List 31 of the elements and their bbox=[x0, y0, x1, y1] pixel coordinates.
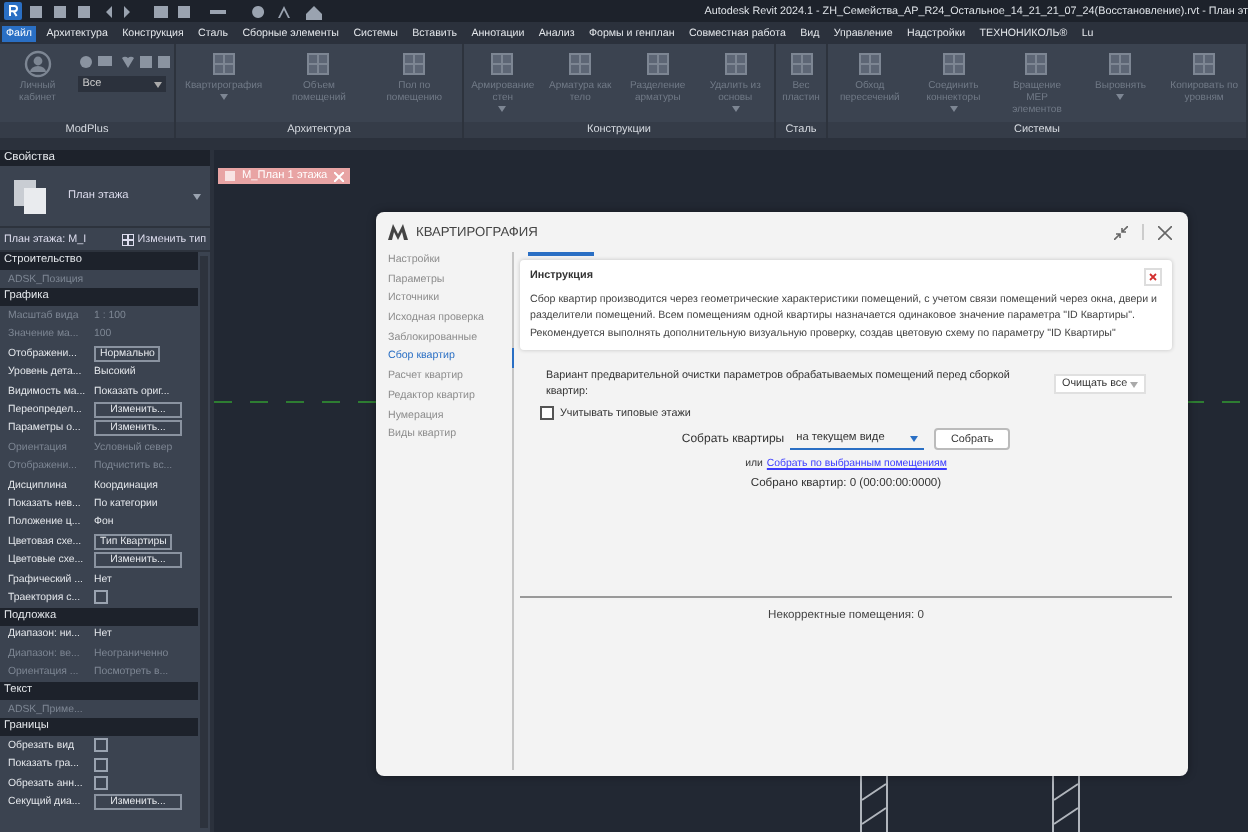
tool-icon bbox=[1190, 50, 1219, 78]
checkbox[interactable] bbox=[94, 776, 108, 791]
tool-icon bbox=[209, 50, 238, 78]
logo-icon bbox=[388, 224, 408, 240]
checkbox[interactable] bbox=[94, 757, 108, 772]
user-icon bbox=[23, 50, 52, 78]
sheet-icon bbox=[224, 170, 236, 182]
tool-icon bbox=[855, 50, 884, 78]
floor-plan-icon bbox=[8, 174, 52, 218]
tool-icon bbox=[1106, 50, 1135, 78]
tool-icon bbox=[304, 50, 333, 78]
close-icon[interactable] bbox=[1158, 225, 1172, 239]
caret-icon bbox=[910, 435, 919, 441]
tool-icon bbox=[1022, 50, 1051, 78]
grid-icon bbox=[121, 233, 134, 245]
small-tool-icons[interactable] bbox=[78, 54, 171, 70]
tool-icon bbox=[400, 50, 429, 78]
hatched-column bbox=[1052, 774, 1080, 832]
checkbox[interactable] bbox=[94, 738, 108, 753]
hatched-column bbox=[860, 774, 888, 832]
tool-icon bbox=[787, 50, 815, 78]
caret-icon[interactable] bbox=[192, 193, 202, 199]
tool-icon bbox=[643, 50, 672, 78]
tool-icon bbox=[939, 50, 968, 78]
tool-icon bbox=[721, 50, 750, 78]
tool-icon bbox=[566, 50, 595, 78]
collapse-icon[interactable] bbox=[1114, 225, 1128, 239]
caret-icon bbox=[1130, 381, 1138, 387]
checkbox[interactable] bbox=[94, 590, 108, 605]
tool-icon bbox=[488, 50, 517, 78]
caret-icon bbox=[154, 81, 163, 87]
